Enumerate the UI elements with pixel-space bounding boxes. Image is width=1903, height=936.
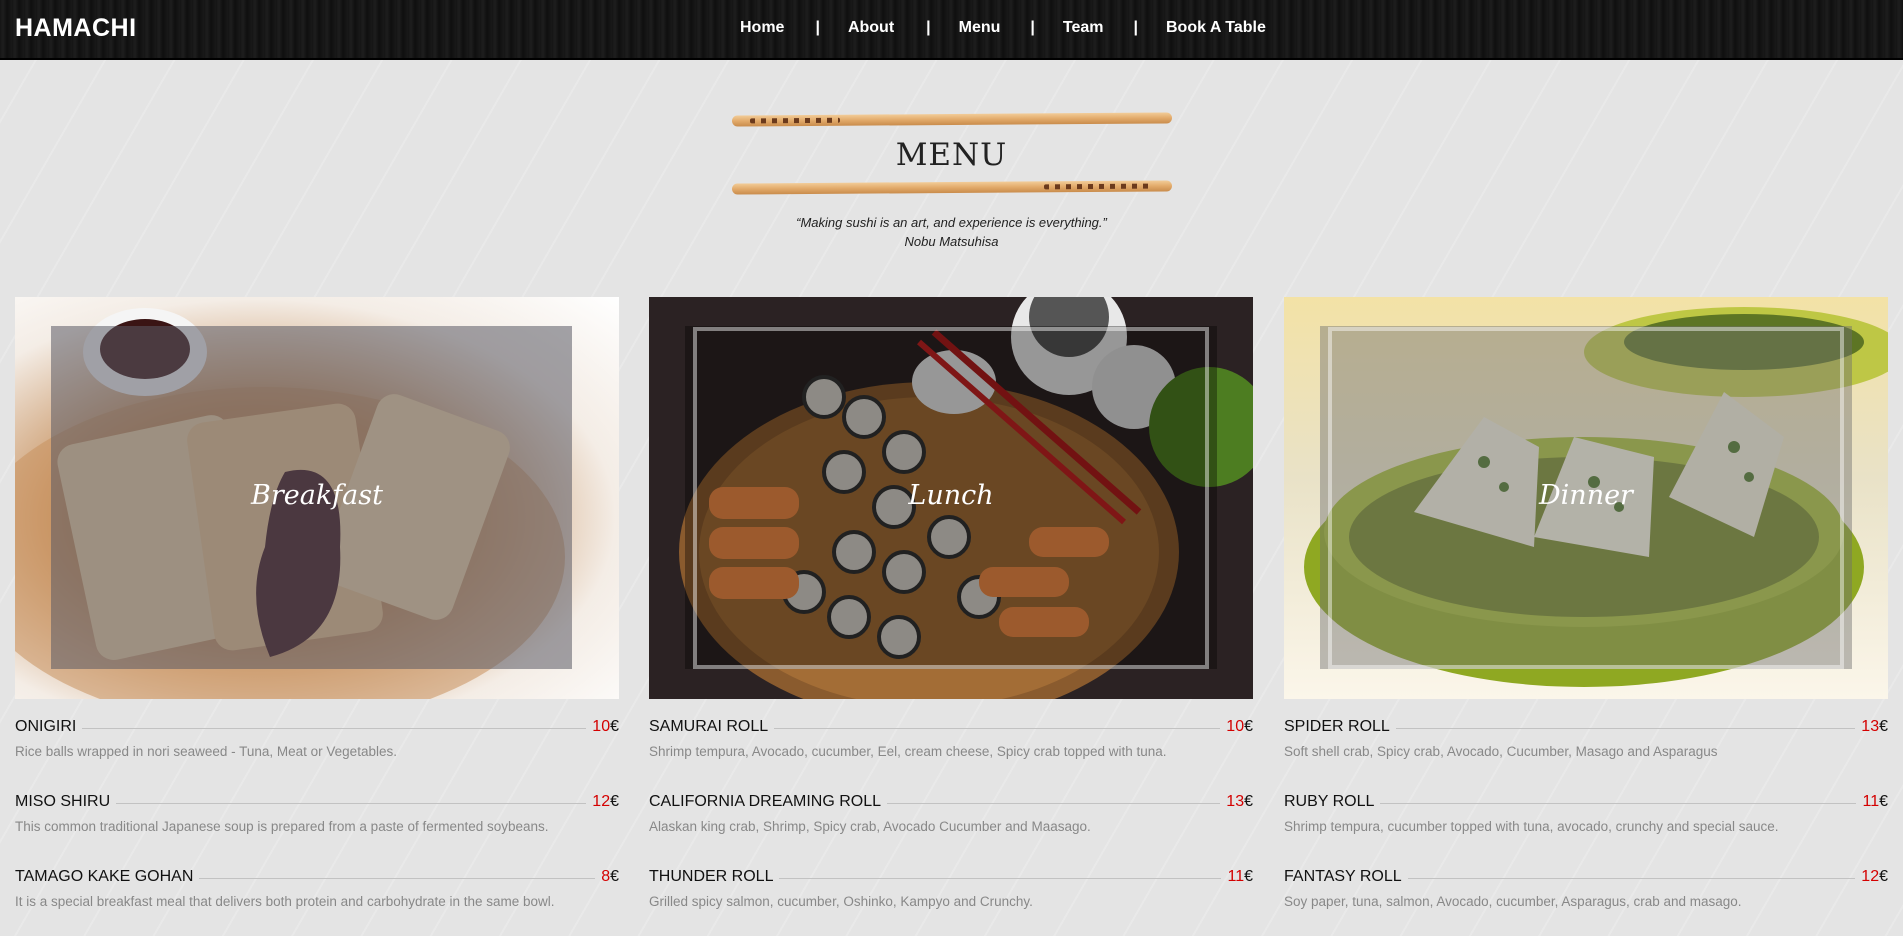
quote-block: “Making sushi is an art, and experience … <box>0 213 1903 251</box>
menu-item-price: 11€ <box>1862 793 1888 810</box>
chopstick-top-decoration <box>731 112 1173 127</box>
nav-book-a-table[interactable]: Book A Table <box>1166 19 1266 37</box>
menu-item-name: THUNDER ROLL <box>649 868 774 885</box>
quote-text: “Making sushi is an art, and experience … <box>796 215 1107 230</box>
menu-item-description: Shrimp tempura, cucumber topped with tun… <box>1284 819 1779 834</box>
menu-item-price: 12€ <box>592 793 619 810</box>
menu-item-name: MISO SHIRU <box>15 793 111 810</box>
menu-item-description: Soy paper, tuna, salmon, Avocado, cucumb… <box>1284 894 1742 909</box>
menu-item: FANTASY ROLL 12€ Soy paper, tuna, salmon,… <box>1284 868 1888 909</box>
top-navbar: HAMACHI Home | About | Menu | Team | Boo… <box>0 0 1903 60</box>
menu-item-price: 12€ <box>1861 868 1888 885</box>
menu-item: TAMAGO KAKE GOHAN 8€ It is a special brea… <box>15 868 619 909</box>
menu-item-price: 13€ <box>1861 718 1888 735</box>
category-card-breakfast[interactable]: Breakfast <box>15 297 619 699</box>
category-label-dinner: Dinner <box>1539 480 1633 511</box>
menu-item-name: TAMAGO KAKE GOHAN <box>15 868 194 885</box>
nav-team[interactable]: Team <box>1063 19 1104 37</box>
menu-item-description: Soft shell crab, Spicy crab, Avocado, Cu… <box>1284 744 1718 759</box>
menu-item-name: FANTASY ROLL <box>1284 868 1402 885</box>
nav-menu[interactable]: Menu <box>959 19 1001 37</box>
menu-item: SAMURAI ROLL 10€ Shrimp tempura, Avocado,… <box>649 718 1253 759</box>
nav-separator: | <box>926 19 931 36</box>
chopstick-bottom-decoration <box>731 180 1173 195</box>
category-label-lunch: Lunch <box>908 480 994 511</box>
menu-item-name: SAMURAI ROLL <box>649 718 769 735</box>
menu-item-name: RUBY ROLL <box>1284 793 1375 810</box>
menu-item: RUBY ROLL 11€ Shrimp tempura, cucumber to… <box>1284 793 1888 834</box>
menu-item-price: 13€ <box>1226 793 1253 810</box>
category-label-breakfast: Breakfast <box>251 480 383 511</box>
menu-item-name: SPIDER ROLL <box>1284 718 1390 735</box>
nav-separator: | <box>1030 19 1035 36</box>
menu-item-price: 10€ <box>592 718 619 735</box>
menu-item-description: Rice balls wrapped in nori seaweed - Tun… <box>15 744 397 759</box>
menu-item-price: 10€ <box>1226 718 1253 735</box>
menu-item-price: 11€ <box>1227 868 1253 885</box>
category-card-dinner[interactable]: Dinner <box>1284 297 1888 699</box>
menu-item: MISO SHIRU 12€ This common traditional Ja… <box>15 793 619 834</box>
menu-item-description: This common traditional Japanese soup is… <box>15 819 549 834</box>
main-nav: Home | About | Menu | Team | Book A Tabl… <box>740 19 1266 37</box>
category-card-lunch[interactable]: Lunch <box>649 297 1253 699</box>
section-title: MENU <box>895 137 1008 173</box>
menu-item-description: It is a special breakfast meal that deli… <box>15 894 555 909</box>
menu-item-name: ONIGIRI <box>15 718 77 735</box>
brand-logo[interactable]: HAMACHI <box>15 14 137 43</box>
menu-item-description: Shrimp tempura, Avocado, cucumber, Eel, … <box>649 744 1167 759</box>
menu-item: ONIGIRI 10€ Rice balls wrapped in nori se… <box>15 718 619 759</box>
menu-item: SPIDER ROLL 13€ Soft shell crab, Spicy cr… <box>1284 718 1888 759</box>
menu-item: THUNDER ROLL 11€ Grilled spicy salmon, cu… <box>649 868 1253 909</box>
nav-separator: | <box>1133 19 1138 36</box>
menu-item-price: 8€ <box>601 868 619 885</box>
nav-home[interactable]: Home <box>740 19 784 37</box>
menu-item-name: CALIFORNIA DREAMING ROLL <box>649 793 882 810</box>
quote-author: Nobu Matsuhisa <box>904 234 999 249</box>
menu-item: CALIFORNIA DREAMING ROLL 13€ Alaskan king… <box>649 793 1253 834</box>
menu-item-description: Alaskan king crab, Shrimp, Spicy crab, A… <box>649 819 1091 834</box>
nav-separator: | <box>815 19 820 36</box>
menu-item-description: Grilled spicy salmon, cucumber, Oshinko,… <box>649 894 1033 909</box>
nav-about[interactable]: About <box>848 19 894 37</box>
